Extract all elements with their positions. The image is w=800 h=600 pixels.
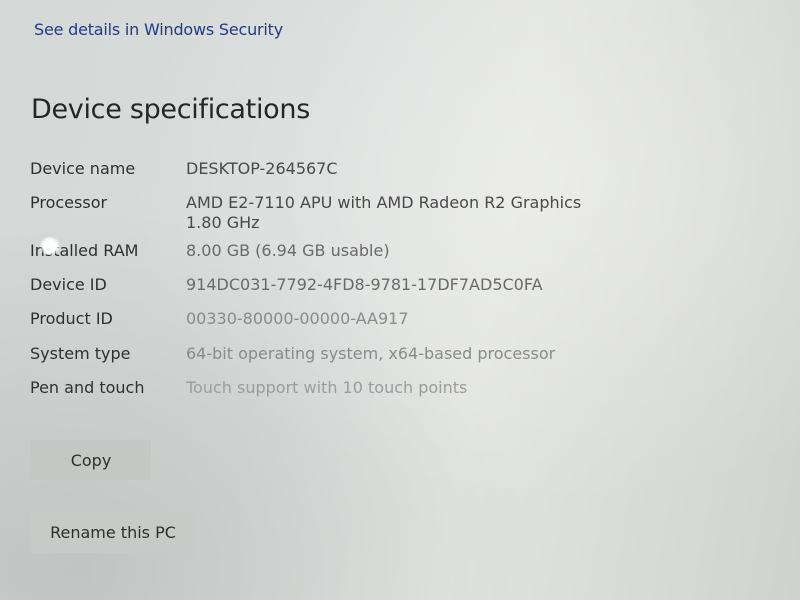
spec-label: Product ID	[30, 309, 113, 328]
processor-model: AMD E2-7110 APU with AMD Radeon R2 Graph…	[186, 193, 582, 212]
windows-security-link[interactable]: See details in Windows Security	[34, 20, 283, 39]
spec-value-system-type: 64-bit operating system, x64-based proce…	[186, 344, 556, 363]
spec-row-device-name: Device name DESKTOP-264567C	[30, 159, 650, 179]
spec-row-device-id: Device ID 914DC031-7792-4FD8-9781-17DF7A…	[30, 275, 650, 295]
spec-label: Device name	[30, 159, 136, 178]
page-title: Device specifications	[31, 94, 310, 125]
spec-value-pen-and-touch: Touch support with 10 touch points	[186, 378, 468, 397]
spec-label: Pen and touch	[30, 378, 145, 397]
spec-value-product-id: 00330-80000-00000-AA917	[186, 309, 409, 328]
spec-row-processor: Processor AMD E2-7110 APU with AMD Radeo…	[30, 193, 650, 233]
spec-value-installed-ram: 8.00 GB (6.94 GB usable)	[186, 241, 390, 260]
spec-row-installed-ram: Installed RAM 8.00 GB (6.94 GB usable)	[30, 241, 650, 261]
spec-row-pen-and-touch: Pen and touch Touch support with 10 touc…	[30, 378, 650, 398]
spec-row-product-id: Product ID 00330-80000-00000-AA917	[30, 309, 650, 329]
spec-value-device-id: 914DC031-7792-4FD8-9781-17DF7AD5C0FA	[186, 275, 543, 294]
spec-label: Processor	[30, 193, 108, 212]
rename-pc-button[interactable]: Rename this PC	[30, 511, 196, 553]
device-specifications-table: Device name DESKTOP-264567C Processor AM…	[30, 157, 650, 398]
spec-label: Device ID	[30, 275, 107, 294]
spec-value-processor: AMD E2-7110 APU with AMD Radeon R2 Graph…	[186, 193, 581, 233]
spec-value-device-name: DESKTOP-264567C	[186, 159, 338, 178]
processor-speed: 1.80 GHz	[186, 213, 260, 232]
copy-button[interactable]: Copy	[31, 440, 151, 480]
spec-label: System type	[30, 344, 131, 363]
spec-row-system-type: System type 64-bit operating system, x64…	[30, 344, 650, 364]
spec-label: Installed RAM	[30, 241, 139, 260]
